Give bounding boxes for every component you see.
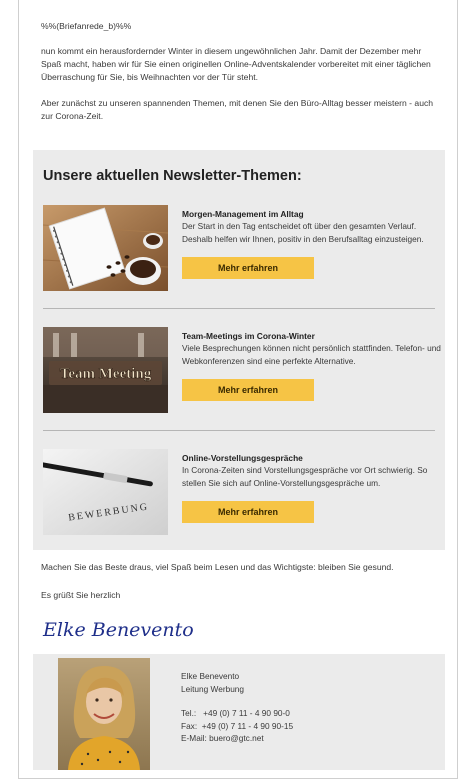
contact-details: Elke Benevento Leitung Werbung Tel.: +49…	[181, 670, 293, 745]
more-info-button[interactable]: Mehr erfahren	[182, 257, 314, 279]
topic-description: In Corona-Zeiten sind Vorstellungsgesprä…	[182, 465, 428, 488]
more-info-button[interactable]: Mehr erfahren	[182, 379, 314, 401]
contact-role: Leitung Werbung	[181, 683, 245, 694]
intro-paragraph-2: Aber zunächst zu unseren spannenden Them…	[41, 98, 434, 121]
topics-panel: Unsere aktuellen Newsletter-Themen: Morg…	[33, 150, 445, 550]
topic-divider	[43, 308, 435, 309]
topics-heading: Unsere aktuellen Newsletter-Themen:	[43, 168, 302, 184]
contact-footer: Elke Benevento Leitung Werbung Tel.: +49…	[33, 654, 445, 770]
closing-text: Machen Sie das Beste draus, viel Spaß be…	[41, 562, 394, 572]
more-info-button[interactable]: Mehr erfahren	[182, 501, 314, 523]
salutation: %%(Briefanrede_b)%%	[41, 21, 132, 31]
topic-online-interviews: BEWERBUNG Online-Vorstellungsgespräche I…	[43, 449, 443, 537]
contact-fax: Fax: +49 (0) 7 11 - 4 90 90-15	[181, 720, 294, 731]
newsletter-frame: %%(Briefanrede_b)%% nun kommt ein heraus…	[18, 0, 458, 779]
topic-description: Der Start in den Tag entscheidet oft übe…	[182, 221, 424, 244]
contact-email[interactable]: E-Mail: buero@gtc.net	[181, 732, 293, 745]
team-meeting-caption: Team Meeting	[60, 366, 152, 382]
application-pen-photo[interactable]: BEWERBUNG	[43, 449, 168, 535]
topic-description: Viele Besprechungen können nicht persönl…	[182, 343, 441, 366]
topic-title: Team-Meetings im Corona-Winter	[182, 331, 315, 341]
greeting-text: Es grüßt Sie herzlich	[41, 590, 121, 600]
notebook-coffee-photo[interactable]	[43, 205, 168, 291]
contact-person-photo	[58, 658, 150, 770]
contact-name: Elke Benevento	[181, 671, 240, 681]
topic-morning-management: Morgen-Management im Alltag Der Start in…	[43, 205, 443, 293]
topic-divider	[43, 430, 435, 431]
team-meeting-photo[interactable]: Team Meeting	[43, 327, 168, 413]
signature-text: Elke Benevento	[42, 619, 194, 641]
handwritten-signature: Elke Benevento	[41, 612, 221, 646]
topic-team-meetings: Team Meeting Team-Meetings im Corona-Win…	[43, 327, 443, 415]
topic-title: Online-Vorstellungsgespräche	[182, 453, 303, 463]
contact-phone: Tel.: +49 (0) 7 11 - 4 90 90-0	[181, 708, 290, 718]
topic-title: Morgen-Management im Alltag	[182, 209, 304, 219]
intro-paragraph-1: nun kommt ein herausfordernder Winter in…	[41, 46, 431, 82]
